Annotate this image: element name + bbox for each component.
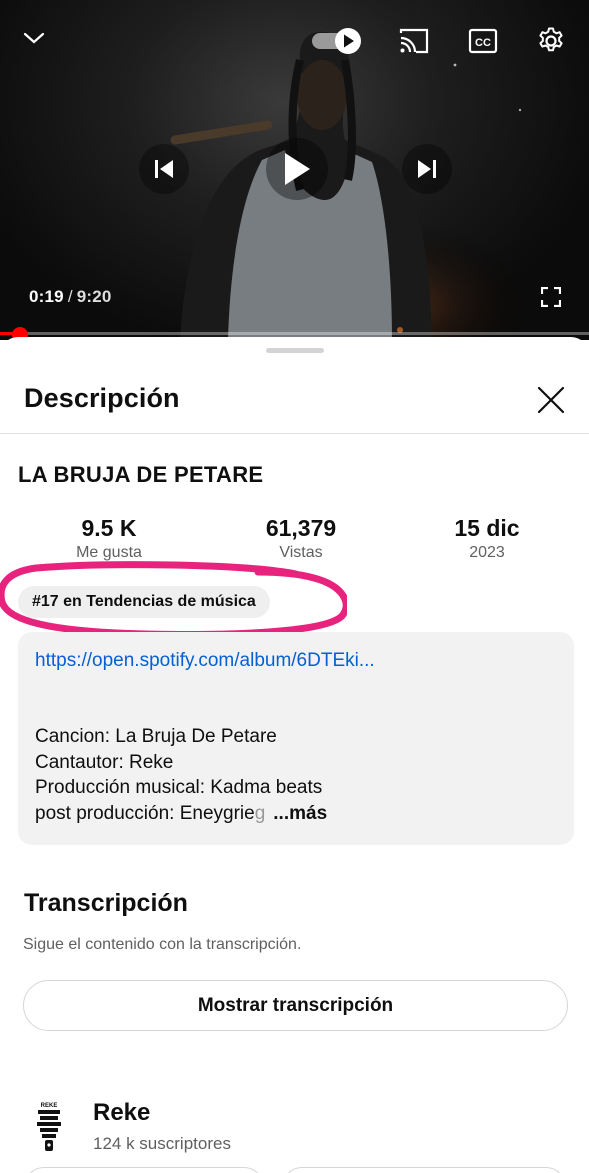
channel-action-button[interactable] xyxy=(282,1167,566,1173)
chevron-down-icon[interactable] xyxy=(20,24,48,52)
description-box[interactable]: https://open.spotify.com/album/6DTEki...… xyxy=(18,632,574,845)
progress-bar[interactable] xyxy=(0,332,589,335)
description-line-faded: g xyxy=(254,802,266,824)
sheet-title: Descripción xyxy=(24,383,180,413)
video-title: LA BRUJA DE PETARE xyxy=(18,462,264,487)
video-stats: 9.5 K Me gusta 61,379 Vistas 15 dic 2023 xyxy=(0,515,589,565)
stat-label: 2023 xyxy=(469,544,505,561)
description-sheet: Descripción LA BRUJA DE PETARE 9.5 K Me … xyxy=(0,337,589,1173)
stat-likes: 9.5 K Me gusta xyxy=(29,515,189,562)
video-player[interactable]: CC 0:19/9:20 xyxy=(0,0,589,340)
divider xyxy=(0,433,589,434)
svg-text:CC: CC xyxy=(475,37,491,49)
description-text: Cancion: La Bruja De Petare Cantautor: R… xyxy=(35,724,327,826)
transcript-subtitle: Sigue el contenido con la transcripción. xyxy=(23,936,302,953)
channel-subscribers: 124 k suscriptores xyxy=(93,1134,231,1153)
settings-icon[interactable] xyxy=(534,24,568,58)
description-line: Cantautor: Reke xyxy=(35,751,174,773)
description-line: Cancion: La Bruja De Petare xyxy=(35,726,277,747)
description-line-last: post producción: Eneygrieg ...más xyxy=(35,801,327,827)
previous-icon[interactable] xyxy=(139,144,189,194)
channel-avatar[interactable]: REKE xyxy=(34,1099,64,1153)
channel-action-button[interactable] xyxy=(24,1167,264,1173)
trending-chip[interactable]: #17 en Tendencias de música xyxy=(18,586,270,618)
stat-value: 15 dic xyxy=(454,515,520,541)
svg-text:REKE: REKE xyxy=(41,1103,58,1109)
total-time: 9:20 xyxy=(76,287,112,306)
autoplay-toggle[interactable] xyxy=(311,27,365,55)
close-icon[interactable] xyxy=(533,382,569,418)
transcript-title: Transcripción xyxy=(24,889,188,917)
stat-date: 15 dic 2023 xyxy=(407,515,567,562)
next-icon[interactable] xyxy=(402,144,452,194)
spotify-link[interactable]: https://open.spotify.com/album/6DTEki... xyxy=(35,650,375,672)
captions-icon[interactable]: CC xyxy=(467,27,499,55)
stat-label: Vistas xyxy=(279,544,323,561)
current-time: 0:19 xyxy=(29,287,64,306)
play-icon[interactable] xyxy=(266,138,328,200)
time-display: 0:19/9:20 xyxy=(29,287,112,307)
channel-name[interactable]: Reke xyxy=(93,1099,150,1127)
stat-label: Me gusta xyxy=(76,544,142,561)
fullscreen-icon[interactable] xyxy=(538,284,564,310)
show-transcript-button[interactable]: Mostrar transcripción xyxy=(23,980,568,1031)
description-line: Producción musical: Kadma beats xyxy=(35,777,323,798)
time-separator: / xyxy=(67,287,73,306)
cast-icon[interactable] xyxy=(397,26,431,56)
drag-handle[interactable] xyxy=(266,348,324,353)
description-line-start: post producción: Eneygrie xyxy=(35,802,255,824)
show-more-button[interactable]: ...más xyxy=(273,803,327,824)
stat-views: 61,379 Vistas xyxy=(221,515,381,562)
stat-value: 61,379 xyxy=(265,515,337,541)
stat-value: 9.5 K xyxy=(81,515,137,541)
